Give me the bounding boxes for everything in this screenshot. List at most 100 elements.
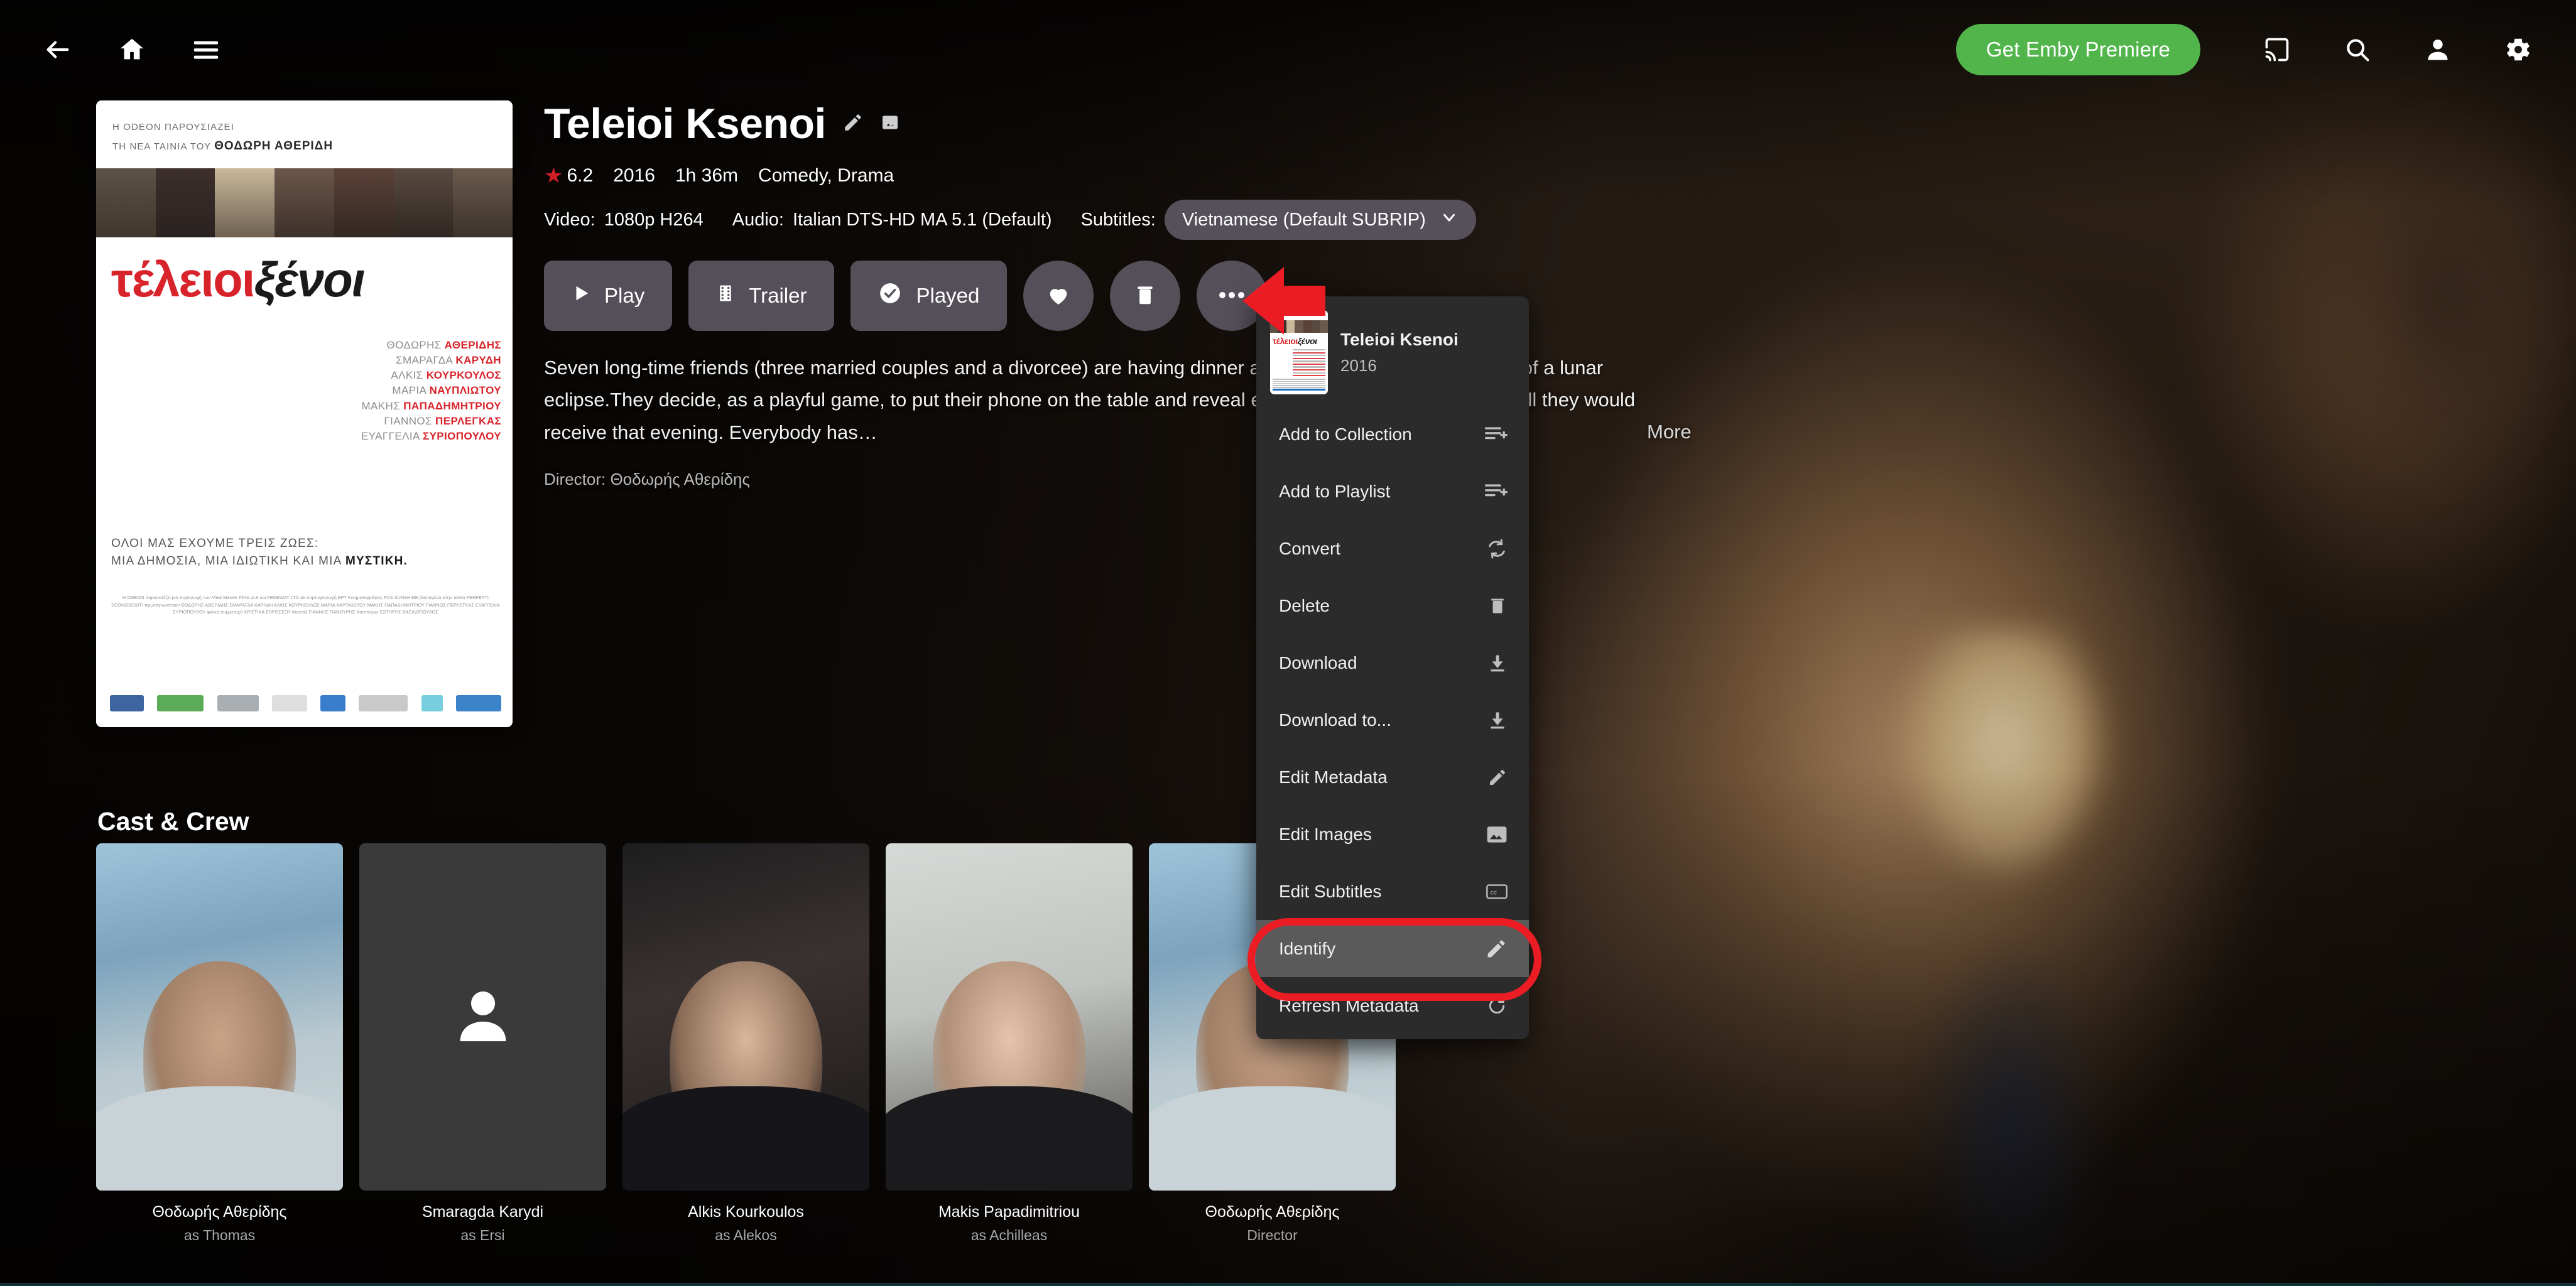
runtime-value: 1h 36m — [675, 165, 739, 186]
star-icon: ★ — [544, 164, 563, 188]
image-icon[interactable] — [880, 112, 900, 136]
poster-cast-list: ΘΟΔΩΡΗΣ ΑΘΕΡΙΔΗΣ ΣΜΑΡΑΓΔΑ ΚΑΡΥΔΗ ΑΛΚΙΣ Κ… — [361, 339, 501, 442]
person-placeholder-icon — [450, 983, 516, 1051]
action-buttons-row: Play Trailer Played — [544, 261, 1268, 331]
trash-icon — [1480, 596, 1508, 616]
played-button-label: Played — [916, 284, 980, 307]
cast-name: Alkis Kourkoulos — [688, 1203, 804, 1221]
video-value: 1080p H264 — [604, 209, 704, 230]
subtitles-select[interactable]: Vietnamese (Default SUBRIP) — [1164, 200, 1476, 240]
svg-text:cc: cc — [1491, 889, 1497, 896]
context-menu: Η ODEON ΠΑΡΟΥΣΙΑΖΕΙ τέλειοιξένοι Teleioi… — [1256, 296, 1529, 1039]
year-value: 2016 — [613, 165, 655, 186]
trash-icon — [1133, 283, 1157, 309]
bottom-strip — [0, 1283, 2576, 1286]
title-row: Teleioi Ksenoi — [544, 99, 900, 148]
hamburger-menu-button[interactable] — [183, 27, 229, 72]
chevron-down-icon — [1440, 208, 1459, 232]
cast-role: as Ersi — [460, 1227, 505, 1243]
film-strip-icon — [716, 283, 735, 309]
poster-title: τέλειοιξένοι — [111, 252, 366, 307]
refresh-icon — [1480, 995, 1508, 1017]
poster-tagline: ΟΛΟΙ ΜΑΣ ΕΧΟΥΜΕ ΤΡΕΙΣ ΖΩΕΣ: ΜΙΑ ΔΗΜΟΣΙΑ,… — [111, 537, 408, 568]
context-menu-item-title: Teleioi Ksenoi — [1340, 329, 1459, 349]
poster-presenter-line: Η ODEON ΠΑΡΟΥΣΙΑΖΕΙ — [112, 122, 234, 132]
menu-item-edit-subtitles[interactable]: Edit Subtitles cc — [1256, 863, 1529, 920]
cast-role: Director — [1247, 1227, 1298, 1243]
playlist-add-icon — [1480, 425, 1508, 444]
pencil-icon — [1480, 767, 1508, 787]
avatar — [886, 843, 1133, 1191]
menu-item-identify[interactable]: Identify — [1256, 920, 1529, 977]
download-icon — [1480, 710, 1508, 730]
cast-role: as Achilleas — [970, 1227, 1048, 1243]
avatar — [622, 843, 869, 1191]
avatar — [96, 843, 343, 1191]
poster-logos-row — [110, 689, 501, 717]
favorite-button[interactable] — [1023, 261, 1094, 331]
play-button-label: Play — [604, 284, 645, 307]
search-icon[interactable] — [2335, 27, 2380, 72]
audio-value: Italian DTS-HD MA 5.1 (Default) — [792, 209, 1052, 230]
menu-item-convert[interactable]: Convert — [1256, 520, 1529, 577]
subtitles-selected-value: Vietnamese (Default SUBRIP) — [1182, 209, 1426, 230]
cast-icon[interactable] — [2254, 27, 2300, 72]
play-button[interactable]: Play — [544, 261, 673, 331]
menu-item-download-to[interactable]: Download to... — [1256, 691, 1529, 748]
menu-item-edit-metadata[interactable]: Edit Metadata — [1256, 748, 1529, 806]
cast-name: Smaragda Karydi — [421, 1203, 544, 1221]
closed-caption-icon: cc — [1480, 883, 1508, 900]
get-emby-premiere-button[interactable]: Get Emby Premiere — [1955, 24, 2200, 75]
menu-item-add-to-collection[interactable]: Add to Collection — [1256, 406, 1529, 463]
page-title: Teleioi Ksenoi — [544, 100, 826, 148]
rating-value: 6.2 — [567, 165, 594, 186]
home-button[interactable] — [109, 27, 155, 72]
back-button[interactable] — [35, 27, 80, 72]
person-icon[interactable] — [2415, 27, 2460, 72]
trailer-button-label: Trailer — [749, 284, 807, 307]
trailer-button[interactable]: Trailer — [688, 261, 835, 331]
menu-item-download[interactable]: Download — [1256, 634, 1529, 691]
poster-director-name: ΘΟΔΩΡΗ ΑΘΕΡΙΔΗ — [214, 139, 334, 153]
movie-poster[interactable]: Η ODEON ΠΑΡΟΥΣΙΑΖΕΙ ΤΗ ΝΕΑ ΤΑΙΝΙΑ ΤΟΥ ΘΟ… — [96, 100, 513, 727]
avatar — [359, 843, 606, 1191]
played-button[interactable]: Played — [851, 261, 1008, 331]
cast-role: as Alekos — [715, 1227, 777, 1243]
menu-item-add-to-playlist[interactable]: Add to Playlist — [1256, 463, 1529, 520]
cast-crew-row: Θοδωρής Αθερίδης as Thomas Smaragda Kary… — [96, 843, 1396, 1244]
app-root: Get Emby Premiere Η ODEON ΠΑΡΟΥΣΙΑΖΕΙ ΤΗ… — [0, 0, 2576, 1286]
cast-name: Θοδωρής Αθερίδης — [1205, 1203, 1340, 1221]
gear-icon[interactable] — [2496, 27, 2541, 72]
context-menu-thumbnail: Η ODEON ΠΑΡΟΥΣΙΑΖΕΙ τέλειοιξένοι — [1270, 310, 1328, 394]
rating-badge: ★ 6.2 — [544, 165, 593, 186]
context-menu-item-year: 2016 — [1340, 355, 1377, 375]
cast-name: Θοδωρής Αθερίδης — [152, 1203, 287, 1221]
list-item[interactable]: Makis Papadimitriou as Achilleas — [886, 843, 1133, 1244]
menu-item-refresh-metadata[interactable]: Refresh Metadata — [1256, 977, 1529, 1034]
metadata-row: ★ 6.2 2016 1h 36m Comedy, Drama — [544, 165, 894, 186]
audio-label: Audio: — [732, 209, 784, 230]
heart-icon — [1046, 283, 1071, 310]
poster-credits-block: Η ODEON παρουσιάζει μια παραγωγή των Vie… — [111, 595, 500, 615]
list-item[interactable]: Smaragda Karydi as Ersi — [359, 843, 606, 1244]
stream-info-row: Video: 1080p H264 Audio: Italian DTS-HD … — [544, 200, 1476, 240]
subtitles-label: Subtitles: — [1080, 209, 1156, 230]
cast-crew-heading: Cast & Crew — [97, 807, 249, 836]
download-icon — [1480, 653, 1508, 673]
list-item[interactable]: Θοδωρής Αθερίδης as Thomas — [96, 843, 343, 1244]
pencil-icon[interactable] — [842, 112, 864, 136]
poster-presenter-line2: ΤΗ ΝΕΑ ΤΑΙΝΙΑ ΤΟΥ — [112, 141, 215, 152]
cast-role: as Thomas — [183, 1227, 256, 1243]
menu-item-delete[interactable]: Delete — [1256, 577, 1529, 634]
sync-icon — [1480, 538, 1508, 559]
menu-item-edit-images[interactable]: Edit Images — [1256, 806, 1529, 863]
delete-button[interactable] — [1110, 261, 1181, 331]
poster-faces-strip — [96, 168, 513, 237]
director-line: Director: Θοδωρής Αθερίδης — [544, 470, 750, 489]
list-item[interactable]: Alkis Kourkoulos as Alekos — [622, 843, 869, 1244]
cast-name: Makis Papadimitriou — [938, 1203, 1080, 1221]
top-header: Get Emby Premiere — [0, 0, 2576, 99]
check-circle-icon — [878, 281, 902, 310]
more-link[interactable]: More — [1647, 421, 1692, 443]
play-icon — [572, 283, 590, 309]
